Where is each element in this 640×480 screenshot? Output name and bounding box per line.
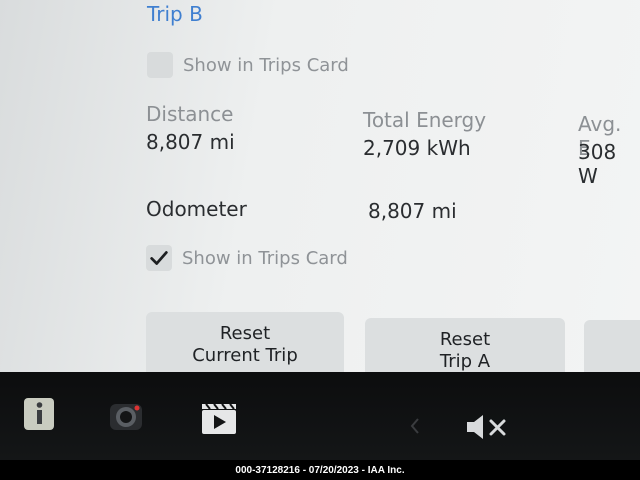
trip-title: Trip B [147,2,203,26]
show-in-trips-card-checkbox-b[interactable] [147,52,173,78]
avg-energy-value: 308 W [578,140,617,188]
trip-screen: Trip B Show in Trips Card Distance 8,807… [0,0,640,372]
reset-trip-b-button[interactable] [584,320,640,372]
chevron-left-icon[interactable] [408,416,422,436]
total-energy-value: 2,709 kWh [363,136,471,160]
checkmark-icon [150,251,168,265]
reset-current-trip-line2: Current Trip [192,345,298,366]
show-in-trips-card-row[interactable]: Show in Trips Card [146,245,348,271]
reset-current-trip-button[interactable]: Reset Current Trip [146,312,344,372]
info-icon[interactable] [22,396,56,432]
show-in-trips-card-checkbox[interactable] [146,245,172,271]
video-icon[interactable] [200,402,238,436]
odometer-value: 8,807 mi [368,199,457,223]
reset-trip-a-line1: Reset [439,328,491,350]
reset-trip-a-line2: Trip A [439,351,491,372]
distance-label: Distance [146,102,234,126]
reset-trip-a-button[interactable]: Reset Trip A [365,318,565,372]
volume-mute-icon[interactable] [464,412,510,442]
reset-current-trip-line1: Reset [219,322,271,344]
total-energy-label: Total Energy [363,108,487,132]
show-in-trips-card-row-b[interactable]: Show in Trips Card [147,52,349,78]
camera-icon[interactable] [108,400,144,432]
show-in-trips-card-label: Show in Trips Card [183,54,349,76]
show-in-trips-card-label: Show in Trips Card [182,247,348,269]
odometer-label: Odometer [146,197,247,221]
taskbar [0,372,640,460]
distance-value: 8,807 mi [146,130,235,154]
footer-watermark: 000-37128216 - 07/20/2023 - IAA Inc. [0,460,640,480]
